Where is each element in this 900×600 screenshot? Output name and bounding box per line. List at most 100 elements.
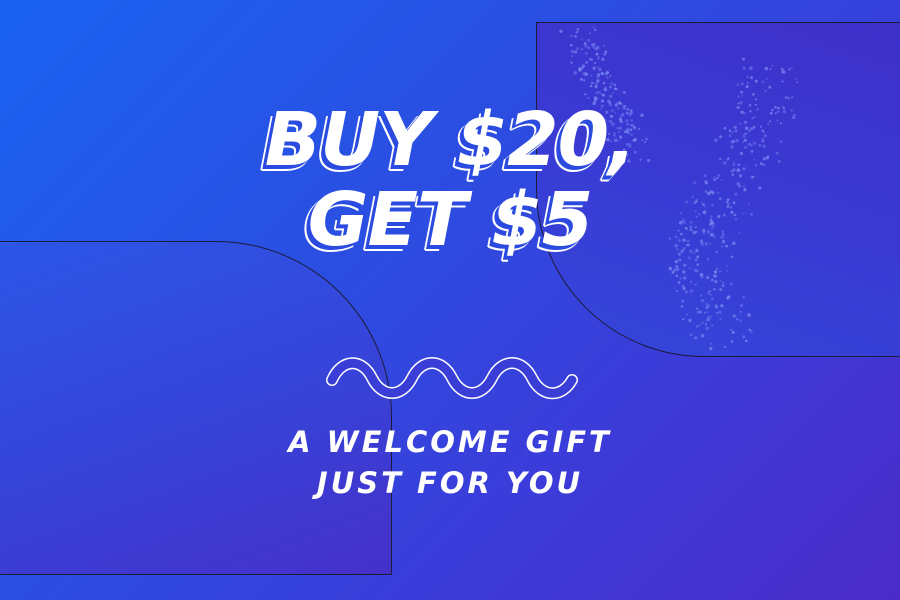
pattern-dot [705, 326, 710, 331]
pattern-dot [590, 74, 593, 77]
pattern-dot [784, 96, 788, 99]
pattern-dot [611, 91, 614, 94]
pattern-dot [683, 276, 687, 280]
pattern-dot [606, 76, 609, 79]
pattern-dot [747, 313, 751, 317]
pattern-dot [705, 275, 710, 280]
pattern-dot [726, 265, 729, 267]
promo-banner: BUY $20, GET $5 A WELCOME GIFT JUST FOR … [0, 0, 900, 600]
pattern-dot [765, 77, 768, 80]
pattern-dot [596, 79, 600, 83]
pattern-dot [711, 278, 714, 282]
pattern-dot [699, 272, 704, 277]
pattern-dot [602, 44, 606, 47]
pattern-dot [676, 290, 678, 293]
pattern-dot [595, 91, 599, 95]
pattern-dot [605, 71, 610, 75]
pattern-dot [768, 85, 772, 89]
pattern-dot [597, 57, 600, 61]
pattern-dot [782, 70, 786, 74]
pattern-dot [682, 270, 686, 274]
pattern-dot [721, 284, 725, 287]
pattern-dot [700, 294, 703, 297]
pattern-dot [673, 268, 676, 272]
headline-line-2: GET $5 [307, 177, 594, 263]
pattern-dot [746, 75, 749, 79]
pattern-dot [716, 311, 718, 314]
pattern-dot [749, 76, 754, 80]
pattern-dot [742, 335, 746, 339]
pattern-dot [584, 44, 588, 48]
promo-subtext: A WELCOME GIFT JUST FOR YOU [0, 422, 900, 504]
pattern-dot [581, 64, 586, 68]
pattern-dot [689, 333, 693, 337]
pattern-dot [674, 260, 678, 264]
pattern-dot [729, 282, 733, 286]
pattern-dot [719, 317, 722, 321]
pattern-dot [707, 292, 710, 295]
pattern-dot [711, 297, 714, 301]
left-rounded-panel [0, 241, 392, 575]
pattern-dot [681, 284, 685, 288]
pattern-dot [613, 83, 617, 87]
pattern-dot [725, 297, 729, 300]
pattern-dot [754, 79, 758, 83]
pattern-dot [677, 280, 681, 284]
pattern-dot [736, 318, 739, 321]
pattern-dot [601, 57, 605, 61]
subtext-line-1: A WELCOME GIFT [288, 425, 612, 459]
pattern-dot [597, 66, 600, 69]
pattern-dot [592, 26, 595, 29]
pattern-dot [780, 67, 784, 71]
pattern-dot [742, 66, 746, 70]
pattern-dot [706, 311, 709, 314]
pattern-dot [609, 74, 612, 77]
pattern-dot [730, 340, 734, 343]
pattern-dot [752, 93, 755, 96]
pattern-dot [718, 270, 722, 273]
pattern-dot [622, 90, 626, 95]
pattern-dot [693, 268, 698, 272]
pattern-dot [574, 34, 578, 38]
pattern-dot [570, 44, 573, 47]
pattern-dot [731, 330, 735, 334]
pattern-dot [679, 277, 682, 280]
pattern-dot [694, 283, 697, 286]
pattern-dot [796, 81, 799, 84]
pattern-dot [593, 61, 597, 65]
pattern-dot [695, 324, 699, 328]
pattern-dot [596, 74, 600, 79]
pattern-dot [732, 314, 736, 318]
pattern-dot [596, 48, 599, 51]
pattern-dot [714, 304, 718, 307]
pattern-dot [593, 28, 597, 32]
pattern-dot [573, 71, 578, 75]
pattern-dot [726, 269, 729, 273]
pattern-dot [680, 304, 684, 308]
pattern-dot [739, 310, 742, 313]
pattern-dot [675, 274, 679, 278]
pattern-dot [578, 66, 582, 70]
pattern-dot [707, 316, 710, 319]
pattern-dot [722, 281, 725, 284]
pattern-dot [761, 80, 765, 84]
wavy-divider-icon [326, 357, 578, 400]
pattern-dot [592, 66, 596, 70]
pattern-dot [705, 303, 708, 306]
pattern-dot [742, 57, 745, 61]
pattern-dot [713, 270, 717, 274]
pattern-dot [598, 67, 602, 72]
pattern-dot [781, 80, 784, 83]
pattern-dot [745, 339, 748, 343]
pattern-dot [794, 77, 797, 80]
pattern-dot [694, 336, 698, 340]
pattern-dot [570, 34, 573, 38]
pattern-dot [771, 64, 774, 67]
pattern-dot [603, 81, 606, 84]
pattern-dot [682, 318, 685, 321]
pattern-dot [609, 85, 612, 89]
pattern-dot [595, 52, 599, 56]
headline-line-1: BUY $20, [264, 97, 636, 183]
pattern-dot [689, 289, 694, 293]
pattern-dot [718, 310, 722, 314]
